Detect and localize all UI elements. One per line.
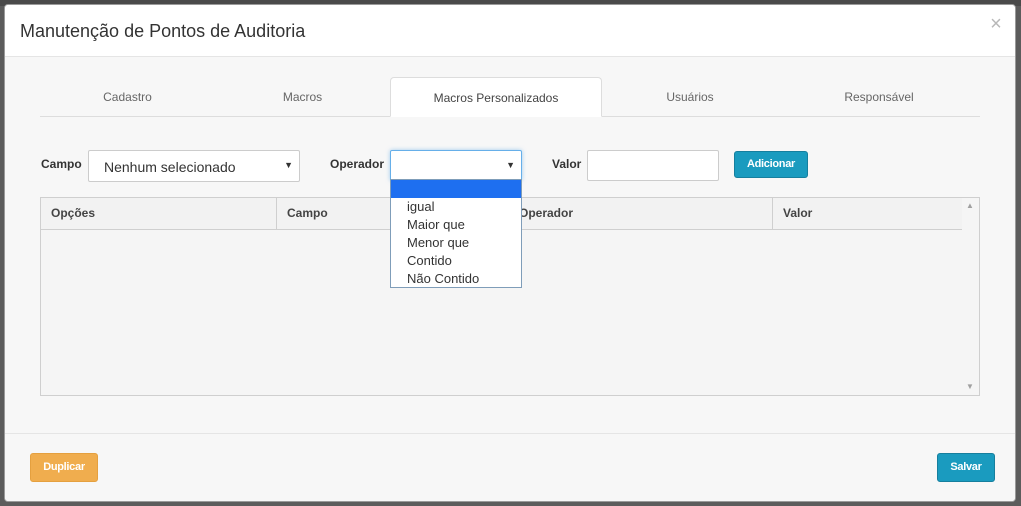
close-icon[interactable]: ×: [987, 14, 1005, 34]
operador-dropdown-list: igual Maior que Menor que Contido Não Co…: [390, 179, 522, 288]
operador-label: Operador: [330, 157, 385, 171]
valor-input[interactable]: [587, 150, 719, 181]
option-igual[interactable]: igual: [391, 198, 521, 216]
column-opcoes[interactable]: Opções: [41, 198, 277, 229]
add-button[interactable]: Adicionar: [734, 151, 808, 178]
tab-bar: Cadastro Macros Macros Personalizados Us…: [40, 77, 980, 117]
scroll-down-icon[interactable]: ▼: [966, 382, 974, 391]
modal-footer: Duplicar Salvar: [5, 434, 1015, 501]
operador-select[interactable]: ▼: [390, 150, 522, 181]
option-maior-que[interactable]: Maior que: [391, 216, 521, 234]
option-nao-contido[interactable]: Não Contido: [391, 270, 521, 288]
valor-label: Valor: [552, 157, 582, 171]
option-menor-que[interactable]: Menor que: [391, 234, 521, 252]
audit-points-modal: Manutenção de Pontos de Auditoria × Cada…: [4, 4, 1016, 502]
column-valor[interactable]: Valor: [773, 198, 963, 229]
tab-macros-personalizados[interactable]: Macros Personalizados: [390, 77, 602, 117]
tab-usuarios[interactable]: Usuários: [602, 77, 778, 117]
grid-scrollbar[interactable]: ▲ ▼: [962, 198, 979, 395]
campo-label: Campo: [41, 157, 82, 171]
duplicate-button[interactable]: Duplicar: [30, 453, 98, 482]
campo-selected-value: Nenhum selecionado: [104, 159, 236, 175]
caret-down-icon: ▼: [506, 160, 515, 170]
scroll-up-icon[interactable]: ▲: [966, 201, 974, 210]
option-blank[interactable]: [391, 180, 521, 198]
campo-select[interactable]: Nenhum selecionado ▼: [88, 150, 300, 182]
tab-macros[interactable]: Macros: [215, 77, 390, 117]
tab-cadastro[interactable]: Cadastro: [40, 77, 215, 117]
caret-down-icon: ▼: [284, 160, 293, 170]
column-operador[interactable]: Operador: [509, 198, 773, 229]
save-button[interactable]: Salvar: [937, 453, 995, 482]
option-contido[interactable]: Contido: [391, 252, 521, 270]
modal-header: Manutenção de Pontos de Auditoria ×: [5, 5, 1015, 57]
tab-responsavel[interactable]: Responsável: [778, 77, 980, 117]
modal-title: Manutenção de Pontos de Auditoria: [20, 21, 306, 41]
